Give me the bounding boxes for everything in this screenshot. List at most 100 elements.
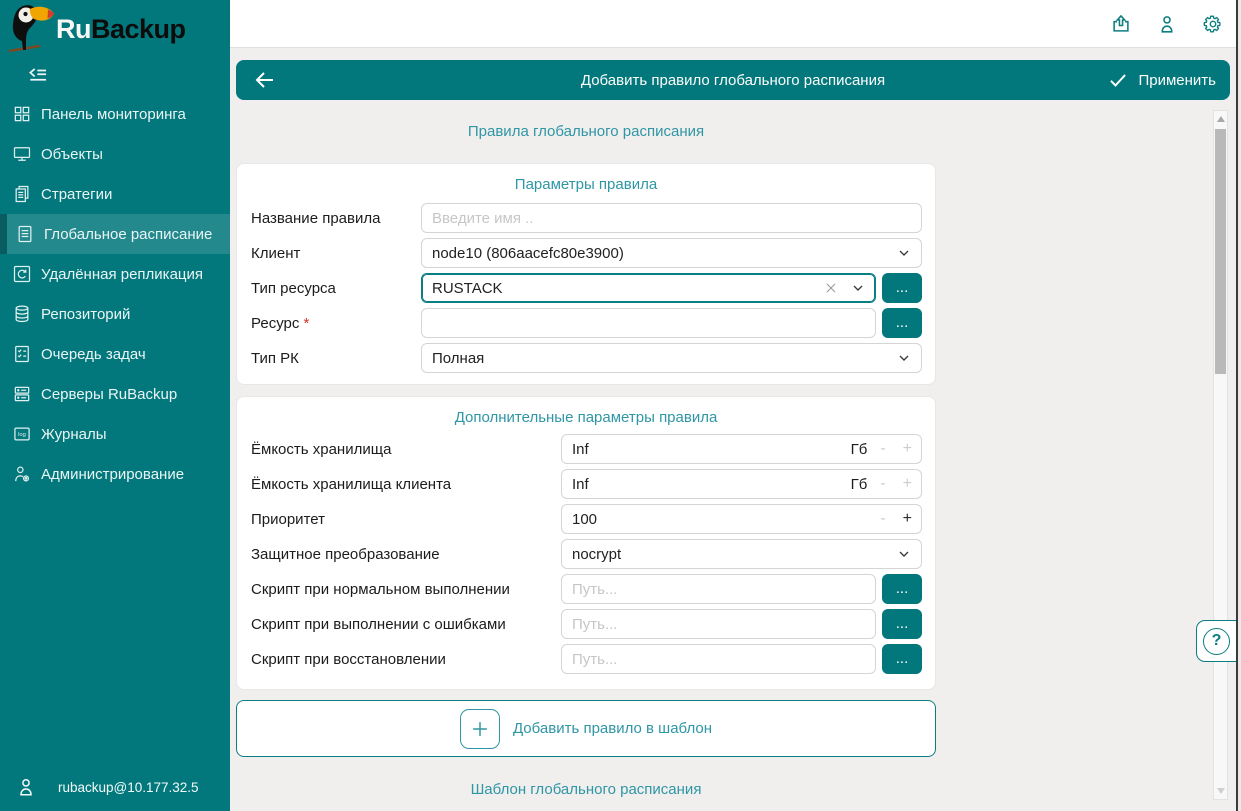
resource-type-combobox[interactable]: RUSTACK [421,273,876,303]
rule-params-title: Параметры правила [237,176,935,193]
scrollbar-up-arrow-icon[interactable] [1217,116,1225,122]
decrement-button[interactable]: - [880,510,885,528]
add-rule-to-template-button[interactable]: Добавить правило в шаблон [236,700,936,757]
unit-label: Гб [851,476,868,493]
rule-name-input[interactable] [421,203,922,233]
resource-type-label: Тип ресурса [251,280,421,297]
check-icon [1107,70,1129,90]
sidebar-item-monitoring-panel[interactable]: Панель мониторинга [0,94,230,134]
script-restore-row: Скрипт при восстановлении ... [251,644,922,674]
dashboard-grid-icon [12,104,32,124]
resource-browse-button[interactable]: ... [882,308,922,338]
decrement-button[interactable]: - [880,440,885,458]
sidebar-item-label: Серверы RuBackup [41,386,177,403]
client-select-value: node10 (806aacefc80e3900) [432,245,896,262]
sidebar-item-objects[interactable]: Объекты [0,134,230,174]
sidebar-item-task-queue[interactable]: Очередь задач [0,334,230,374]
storage-capacity-input[interactable] [572,441,851,458]
transform-value: nocrypt [572,546,896,563]
script-normal-input[interactable] [561,574,876,604]
sidebar-user: rubackup@10.177.32.5 [0,763,230,811]
sidebar-item-repository[interactable]: Репозиторий [0,294,230,334]
plus-icon [460,709,500,749]
priority-stepper: - + [561,504,922,534]
scrollbar-down-arrow-icon[interactable] [1217,788,1225,794]
client-storage-capacity-input[interactable] [572,476,851,493]
resource-type-value: RUSTACK [432,280,824,297]
sidebar-item-logs[interactable]: log Журналы [0,414,230,454]
clear-icon[interactable] [824,281,838,295]
user-gear-icon [12,464,32,484]
client-storage-capacity-label: Ёмкость хранилища клиента [251,476,561,493]
sidebar-item-administration[interactable]: Администрирование [0,454,230,494]
script-restore-browse-button[interactable]: ... [882,644,922,674]
resource-type-row: Тип ресурса RUSTACK ... [251,273,922,303]
logo-backup: Backup [91,14,186,44]
storage-capacity-label: Ёмкость хранилища [251,441,561,458]
client-storage-capacity-stepper: Гб - + [561,469,922,499]
sidebar-menu: Панель мониторинга Объекты Стратегии Гло… [0,94,230,494]
resource-input[interactable] [421,308,876,338]
script-error-browse-button[interactable]: ... [882,609,922,639]
sidebar-item-label: Глобальное расписание [44,226,212,243]
svg-text:log: log [18,432,26,438]
increment-button[interactable]: + [903,440,912,458]
apply-button[interactable]: Применить [1107,70,1216,90]
client-select[interactable]: node10 (806aacefc80e3900) [421,238,922,268]
resource-type-browse-button[interactable]: ... [882,273,922,303]
resource-label-text: Ресурс [251,315,299,332]
question-mark-icon: ? [1203,628,1230,655]
gear-icon[interactable] [1202,13,1224,35]
sidebar-item-remote-replication[interactable]: Удалённая репликация [0,254,230,294]
decrement-button[interactable]: - [880,475,885,493]
sidebar-collapse-button[interactable] [26,64,52,88]
page-title: Добавить правило глобального расписания [236,72,1230,89]
sidebar-item-label: Репозиторий [41,306,130,323]
sidebar: RuBackup Панель мониторинга Объекты Стра… [0,0,230,811]
sidebar-item-label: Стратегии [41,186,112,203]
transform-select[interactable]: nocrypt [561,539,922,569]
scrollbar-thumb[interactable] [1215,129,1226,374]
sidebar-item-strategies[interactable]: Стратегии [0,174,230,214]
user-icon[interactable] [1156,13,1178,35]
backup-type-row: Тип РК Полная [251,343,922,373]
user-icon [15,776,37,798]
resource-label: Ресурс * [251,315,421,332]
sidebar-item-label: Удалённая репликация [41,266,203,283]
logo-ru: Ru [56,14,91,44]
help-button[interactable]: ? [1196,620,1236,662]
servers-icon [12,384,32,404]
backup-type-select[interactable]: Полная [421,343,922,373]
priority-input[interactable] [572,511,880,528]
script-error-input[interactable] [561,609,876,639]
sidebar-item-global-schedule[interactable]: Глобальное расписание [0,214,230,254]
increment-button[interactable]: + [903,510,912,528]
transform-label: Защитное преобразование [251,546,561,563]
resource-row: Ресурс * ... [251,308,922,338]
client-row: Клиент node10 (806aacefc80e3900) [251,238,922,268]
increment-button[interactable]: + [903,475,912,493]
unit-label: Гб [851,441,868,458]
database-icon [12,304,32,324]
upload-icon[interactable] [1110,13,1132,35]
replication-refresh-icon [12,264,32,284]
script-normal-browse-button[interactable]: ... [882,574,922,604]
sidebar-item-servers[interactable]: Серверы RuBackup [0,374,230,414]
monitor-icon [12,144,32,164]
chevron-down-icon [896,350,912,366]
rule-params-card: Параметры правила Название правила Клиен… [236,163,936,385]
script-restore-input[interactable] [561,644,876,674]
vertical-scrollbar[interactable] [1213,110,1228,800]
rules-section-title: Правила глобального расписания [236,123,936,140]
sidebar-item-label: Администрирование [41,466,184,483]
apply-button-label: Применить [1138,72,1216,89]
storage-capacity-stepper: Гб - + [561,434,922,464]
rule-name-label: Название правила [251,210,421,227]
additional-params-card: Дополнительные параметры правила Ёмкость… [236,396,936,690]
logo-text: RuBackup [56,14,186,45]
backup-type-label: Тип РК [251,350,421,367]
client-label: Клиент [251,245,421,262]
documents-stack-icon [12,184,32,204]
sidebar-item-label: Объекты [41,146,103,163]
app-logo: RuBackup [0,0,230,58]
